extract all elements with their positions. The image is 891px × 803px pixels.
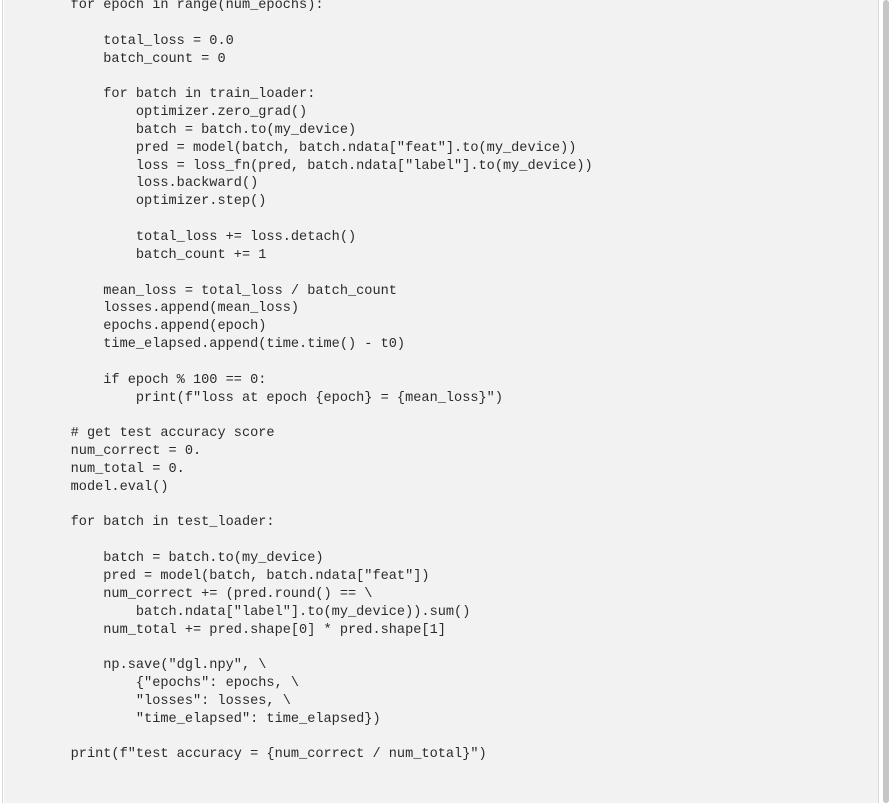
code-surface[interactable]: for epoch in range(num_epochs): total_lo… <box>4 0 878 803</box>
left-edge-rule <box>2 0 3 803</box>
source-code[interactable]: for epoch in range(num_epochs): total_lo… <box>38 0 593 764</box>
vertical-scrollbar[interactable] <box>878 0 891 803</box>
vertical-scrollbar-thumb[interactable] <box>883 0 889 803</box>
code-block-viewport: for epoch in range(num_epochs): total_lo… <box>0 0 891 803</box>
